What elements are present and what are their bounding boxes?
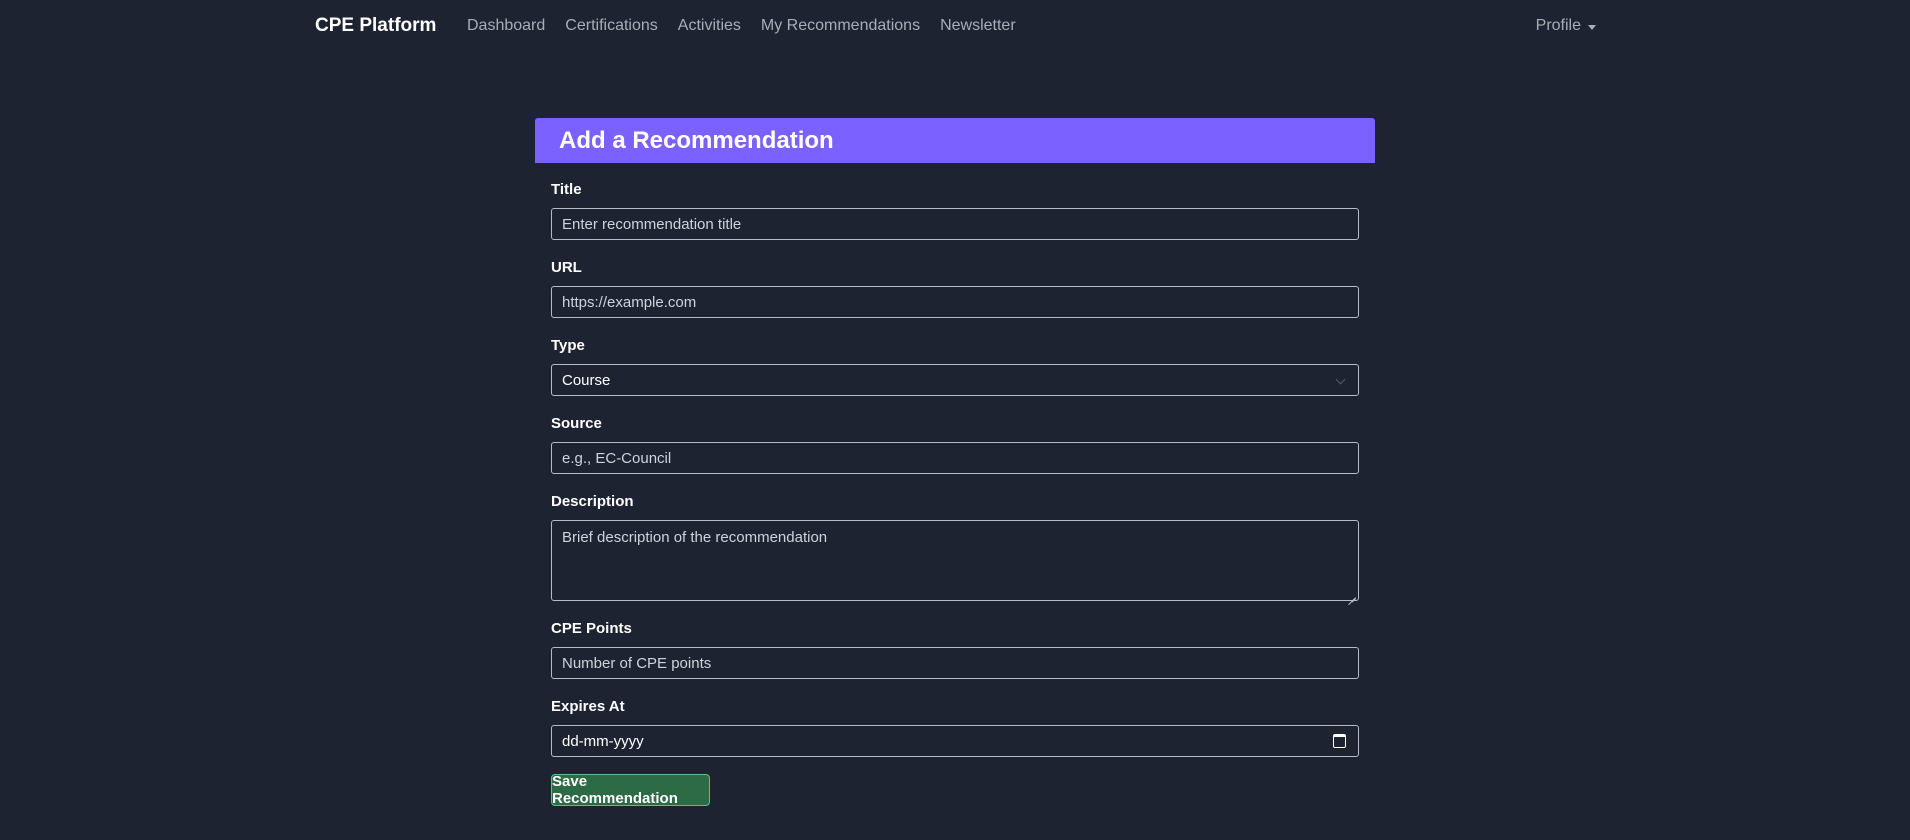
description-label: Description xyxy=(551,493,634,510)
nav-link-certifications[interactable]: Certifications xyxy=(565,17,657,35)
title-placeholder: Enter recommendation title xyxy=(562,215,742,233)
url-group: URL https://example.com xyxy=(551,260,1359,318)
url-input[interactable]: https://example.com xyxy=(551,286,1359,318)
nav-link-activities[interactable]: Activities xyxy=(678,17,741,35)
expires-at-date-input[interactable]: dd-mm-yyyy xyxy=(551,725,1359,757)
cpe-points-placeholder: Number of CPE points xyxy=(562,654,712,672)
cpe-points-input[interactable]: Number of CPE points xyxy=(551,647,1359,679)
profile-dropdown[interactable]: Profile xyxy=(1536,17,1596,35)
expires-at-group: Expires At dd-mm-yyyy xyxy=(551,699,1359,757)
description-group: Description Brief description of the rec… xyxy=(551,494,1359,601)
save-recommendation-button[interactable]: Save Recommendation xyxy=(551,773,710,807)
form-body: Title Enter recommendation title URL htt… xyxy=(535,182,1375,807)
nav-link-dashboard[interactable]: Dashboard xyxy=(467,17,545,35)
recommendation-form-card: Add a Recommendation Title Enter recomme… xyxy=(535,118,1375,807)
card-header: Add a Recommendation xyxy=(535,118,1375,163)
nav-links: Dashboard Certifications Activities My R… xyxy=(467,17,1036,35)
source-label: Source xyxy=(551,415,602,432)
chevron-down-icon xyxy=(1335,374,1346,385)
type-label: Type xyxy=(551,337,585,354)
profile-label: Profile xyxy=(1535,17,1581,34)
top-navbar: CPE Platform Dashboard Certifications Ac… xyxy=(0,0,1910,52)
form-title: Add a Recommendation xyxy=(559,126,834,154)
url-placeholder: https://example.com xyxy=(562,293,697,311)
url-label: URL xyxy=(551,259,582,276)
expires-at-value: dd-mm-yyyy xyxy=(562,732,644,750)
description-placeholder: Brief description of the recommendation xyxy=(562,529,828,546)
brand-logo[interactable]: CPE Platform xyxy=(315,15,436,37)
title-group: Title Enter recommendation title xyxy=(551,182,1359,240)
title-input[interactable]: Enter recommendation title xyxy=(551,208,1359,240)
source-placeholder: e.g., EC-Council xyxy=(562,449,672,467)
expires-at-label: Expires At xyxy=(551,698,625,715)
resize-handle-icon[interactable] xyxy=(1348,590,1356,598)
nav-link-newsletter[interactable]: Newsletter xyxy=(940,17,1016,35)
cpe-points-group: CPE Points Number of CPE points xyxy=(551,621,1359,679)
description-textarea[interactable]: Brief description of the recommendation xyxy=(551,520,1359,601)
nav-link-my-recommendations[interactable]: My Recommendations xyxy=(761,17,920,35)
cpe-points-label: CPE Points xyxy=(551,620,632,637)
title-label: Title xyxy=(551,181,582,198)
type-select[interactable]: Course xyxy=(551,364,1359,396)
type-selected-value: Course xyxy=(562,371,611,389)
type-group: Type Course xyxy=(551,338,1359,396)
caret-down-icon xyxy=(1588,24,1596,30)
source-input[interactable]: e.g., EC-Council xyxy=(551,442,1359,474)
calendar-icon[interactable] xyxy=(1333,734,1346,748)
source-group: Source e.g., EC-Council xyxy=(551,416,1359,474)
